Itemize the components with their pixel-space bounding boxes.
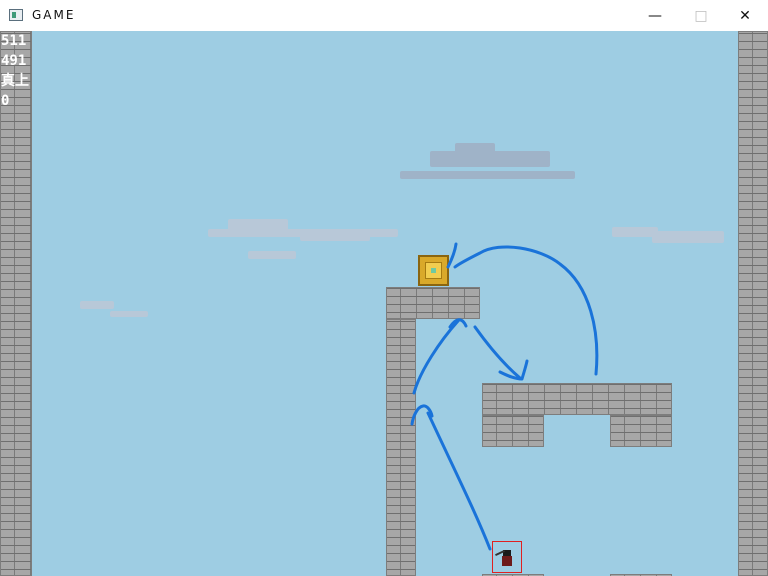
minimize-icon: —: [648, 7, 662, 24]
path-stroke: [412, 319, 460, 395]
hud-line-2: 491: [1, 53, 27, 69]
close-icon: ✕: [739, 7, 751, 24]
hud-line-1: 511: [1, 33, 27, 49]
debug-hud: 511 491 真上 0: [1, 31, 29, 111]
minimize-button[interactable]: —: [632, 0, 678, 31]
path-stroke: [426, 411, 492, 551]
window-title: GAME: [32, 8, 76, 22]
maximize-button[interactable]: □: [678, 0, 724, 31]
path-stroke: [446, 242, 458, 269]
path-stroke: [453, 245, 599, 376]
maximize-icon: □: [694, 7, 708, 24]
close-button[interactable]: ✕: [722, 0, 768, 31]
path-stroke: [473, 325, 522, 380]
title-bar: GAME — □ ✕: [0, 0, 768, 32]
hud-line-4: 0: [1, 93, 10, 109]
path-stroke: [448, 318, 468, 329]
path-annotation: [410, 242, 599, 551]
hud-line-3: 真上: [1, 73, 29, 89]
game-canvas[interactable]: 511 491 真上 0: [0, 31, 768, 576]
app-icon: [9, 9, 23, 21]
